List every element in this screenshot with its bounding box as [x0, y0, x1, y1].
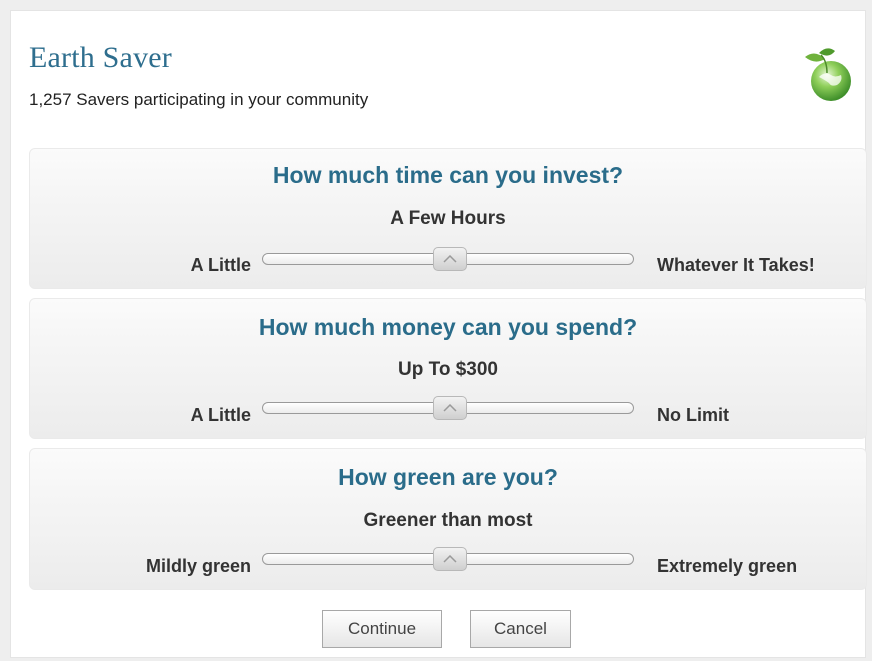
cancel-button[interactable]: Cancel	[470, 610, 571, 648]
earth-saver-dialog: Earth Saver 1,257 Savers participating i…	[10, 10, 867, 658]
money-value: Up To $300	[398, 359, 498, 380]
green-slider-thumb[interactable]	[433, 547, 467, 571]
money-slider-thumb[interactable]	[433, 396, 467, 420]
time-max-label: Whatever It Takes!	[657, 255, 815, 275]
continue-button[interactable]: Continue	[322, 610, 442, 648]
chevron-up-icon	[443, 404, 457, 412]
money-question-heading: How much money can you spend?	[258, 314, 638, 340]
time-question-heading: How much time can you invest?	[272, 162, 624, 188]
green-question-panel: How green are you? Greener than most Mil…	[29, 448, 867, 590]
money-min-label: A Little	[190, 405, 251, 425]
chevron-up-icon	[443, 555, 457, 563]
time-value: A Few Hours	[390, 208, 506, 229]
time-question-panel: How much time can you invest? A Few Hour…	[29, 148, 867, 289]
time-min-label: A Little	[190, 255, 251, 275]
participants-count: 1,257 Savers participating in your commu…	[29, 90, 369, 109]
app-title: Earth Saver	[29, 41, 172, 74]
money-question-panel: How much money can you spend? Up To $300…	[29, 298, 867, 439]
green-question-heading: How green are you?	[338, 464, 558, 490]
chevron-up-icon	[443, 255, 457, 263]
time-slider-thumb[interactable]	[433, 247, 467, 271]
green-min-label: Mildly green	[145, 556, 251, 576]
globe-leaf-icon	[797, 43, 857, 105]
money-max-label: No Limit	[657, 405, 729, 425]
green-value: Greener than most	[363, 510, 533, 531]
green-max-label: Extremely green	[657, 556, 798, 576]
